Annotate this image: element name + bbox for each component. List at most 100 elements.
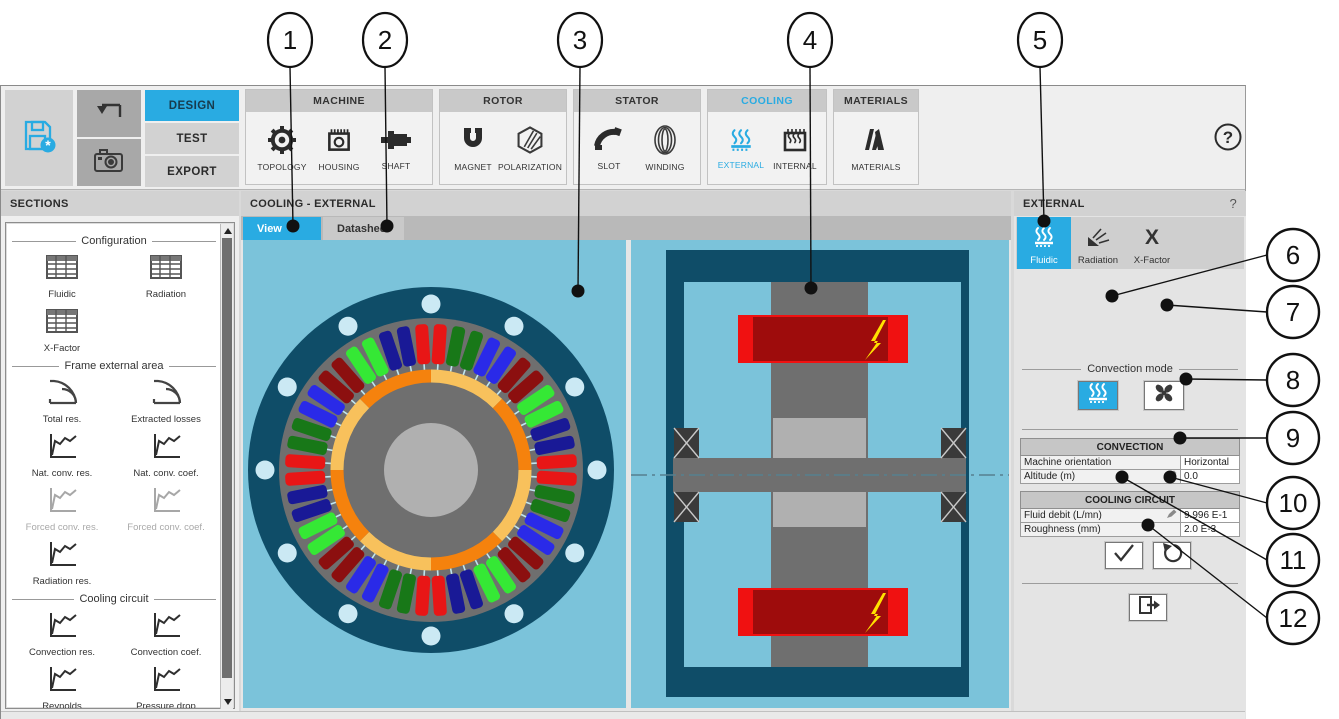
save-button[interactable]: * xyxy=(5,90,73,186)
toolbar-item-housing[interactable]: HOUSING xyxy=(312,125,366,172)
toolbar-item-shaft[interactable]: SHAFT xyxy=(369,126,423,171)
reset-button[interactable] xyxy=(1153,542,1191,569)
natural-convection-button[interactable] xyxy=(1078,381,1118,410)
callout-circle-7 xyxy=(1267,286,1319,338)
section-item-forced-conv-res-: Forced conv. res. xyxy=(10,484,114,533)
test-button[interactable]: TEST xyxy=(145,123,239,154)
table-row: Altitude (m)0.0 xyxy=(1021,470,1240,484)
scrollbar[interactable] xyxy=(220,224,233,709)
section-item-label: Extracted losses xyxy=(131,414,201,425)
export-button[interactable]: EXPORT xyxy=(145,156,239,187)
polarization-icon xyxy=(514,125,546,160)
export-results-button[interactable] xyxy=(1129,594,1167,621)
section-item-radiation[interactable]: Radiation xyxy=(114,251,218,300)
undo-button[interactable] xyxy=(77,90,141,137)
stator-slot-winding xyxy=(431,324,447,365)
row-label-text: Roughness (mm) xyxy=(1024,524,1101,535)
section-item-x-factor[interactable]: X-Factor xyxy=(10,305,114,354)
section-item-label: Total res. xyxy=(43,414,82,425)
section-item-label: Fluidic xyxy=(48,289,75,300)
toolbar-group-items: EXTERNAL INTERNAL xyxy=(708,112,826,184)
section-item-total-res-[interactable]: Total res. xyxy=(10,376,114,425)
scroll-up-icon[interactable] xyxy=(224,228,232,234)
toolbar-group-materials: MATERIALSMATERIALS xyxy=(833,89,919,185)
convection-table: CONVECTIONMachine orientationHorizontalA… xyxy=(1020,438,1240,484)
panel-help-button[interactable]: ? xyxy=(1229,196,1237,211)
row-value: 2.0 E-3 xyxy=(1181,523,1240,537)
toolbar-item-topology[interactable]: TOPOLOGY xyxy=(255,125,309,172)
curve-icon xyxy=(42,663,82,700)
scrollbar-thumb[interactable] xyxy=(222,238,232,678)
stator-slot-winding xyxy=(285,454,326,470)
section-item-fluidic[interactable]: Fluidic xyxy=(10,251,114,300)
table-row: Roughness (mm) 2.0 E-3 xyxy=(1021,523,1240,537)
section-item-label: Convection res. xyxy=(29,647,95,658)
frame-bolt-hole xyxy=(565,544,584,563)
toolbar-item-internal[interactable]: INTERNAL xyxy=(768,126,822,171)
tab-datasheet[interactable]: Datasheet xyxy=(323,217,404,240)
external-panel-title-text: EXTERNAL xyxy=(1023,198,1085,210)
table-row: Fluid debit (L/mn)9.996 E-1 xyxy=(1021,509,1240,523)
axial-cross-section-view[interactable] xyxy=(631,240,1009,708)
section-item-radiation-res-[interactable]: Radiation res. xyxy=(10,538,114,587)
section-item-reynolds[interactable]: Reynolds xyxy=(10,663,114,708)
toolbar-item-polarization[interactable]: POLARIZATION xyxy=(500,125,560,172)
external-panel-tabs: FluidicRadiationXX-Factor xyxy=(1016,217,1244,269)
status-strip xyxy=(1,711,1245,719)
tab-view[interactable]: View xyxy=(243,217,321,240)
section-item-convection-coef-[interactable]: Convection coef. xyxy=(114,609,218,658)
section-item-convection-res-[interactable]: Convection res. xyxy=(10,609,114,658)
curve-icon xyxy=(146,663,186,700)
panel-tab-radiation[interactable]: Radiation xyxy=(1071,217,1125,269)
frame-bolt-hole xyxy=(339,604,358,623)
panel-tab-x-factor[interactable]: XX-Factor xyxy=(1125,217,1179,269)
section-item-nat-conv-coef-[interactable]: Nat. conv. coef. xyxy=(114,430,218,479)
callout-circle-1 xyxy=(268,13,312,67)
toolbar-item-label: INTERNAL xyxy=(773,161,817,171)
axial-view-svg xyxy=(631,240,1009,708)
section-item-label: X-Factor xyxy=(44,343,80,354)
table-icon xyxy=(146,251,186,288)
scroll-down-icon[interactable] xyxy=(224,699,232,705)
view-canvas[interactable] xyxy=(241,240,1011,711)
toolbar-group-items: SLOTWINDING xyxy=(574,112,700,184)
design-button[interactable]: DESIGN xyxy=(145,90,239,121)
forced-convection-button[interactable] xyxy=(1144,381,1184,410)
frame-bolt-hole xyxy=(588,461,607,480)
apply-button[interactable] xyxy=(1105,542,1143,569)
section-item-extracted-losses[interactable]: Extracted losses xyxy=(114,376,218,425)
toolbar-item-external[interactable]: EXTERNAL xyxy=(714,127,768,170)
panel-tab-fluidic[interactable]: Fluidic xyxy=(1017,217,1071,269)
section-item-label: Nat. conv. coef. xyxy=(133,468,198,479)
callout-circle-6 xyxy=(1267,229,1319,281)
frame-bolt-hole xyxy=(505,604,524,623)
section-item-pressure-drop[interactable]: Pressure drop xyxy=(114,663,218,708)
row-value[interactable]: 9.996 E-1 xyxy=(1181,509,1240,523)
callout-circle-10 xyxy=(1267,477,1319,529)
topology-icon xyxy=(265,125,299,160)
toolbar-group-machine: MACHINETOPOLOGYHOUSINGSHAFT xyxy=(245,89,433,185)
cooling-circuit-table: COOLING CIRCUITFluid debit (L/mn)9.996 E… xyxy=(1020,491,1240,537)
curve-icon xyxy=(42,484,82,521)
row-label: Fluid debit (L/mn) xyxy=(1021,509,1181,523)
section-item-nat-conv-res-[interactable]: Nat. conv. res. xyxy=(10,430,114,479)
toolbar-item-winding[interactable]: WINDING xyxy=(638,125,692,172)
fan-icon xyxy=(1152,381,1176,410)
callout-number-3: 3 xyxy=(573,25,587,55)
toolbar-item-magnet[interactable]: MAGNET xyxy=(446,125,500,172)
row-value[interactable]: 0.0 xyxy=(1181,470,1240,484)
section-item-label: Forced conv. coef. xyxy=(127,522,204,533)
toolbar-group-items: TOPOLOGYHOUSINGSHAFT xyxy=(246,112,432,184)
toolbar-item-slot[interactable]: SLOT xyxy=(582,126,636,171)
frame-bolt-hole xyxy=(505,317,524,336)
stator-slot-winding xyxy=(415,575,431,616)
screenshot-button[interactable] xyxy=(77,139,141,186)
row-label: Roughness (mm) xyxy=(1021,523,1181,537)
arc-icon xyxy=(146,376,186,413)
radial-cross-section-view[interactable] xyxy=(243,240,626,708)
row-label-wrap: Machine orientation xyxy=(1024,457,1177,468)
toolbar-item-materials[interactable]: MATERIALS xyxy=(849,125,903,172)
internal-cooling-icon xyxy=(779,126,811,159)
help-button[interactable]: ? xyxy=(1213,124,1243,154)
table-icon xyxy=(42,251,82,288)
